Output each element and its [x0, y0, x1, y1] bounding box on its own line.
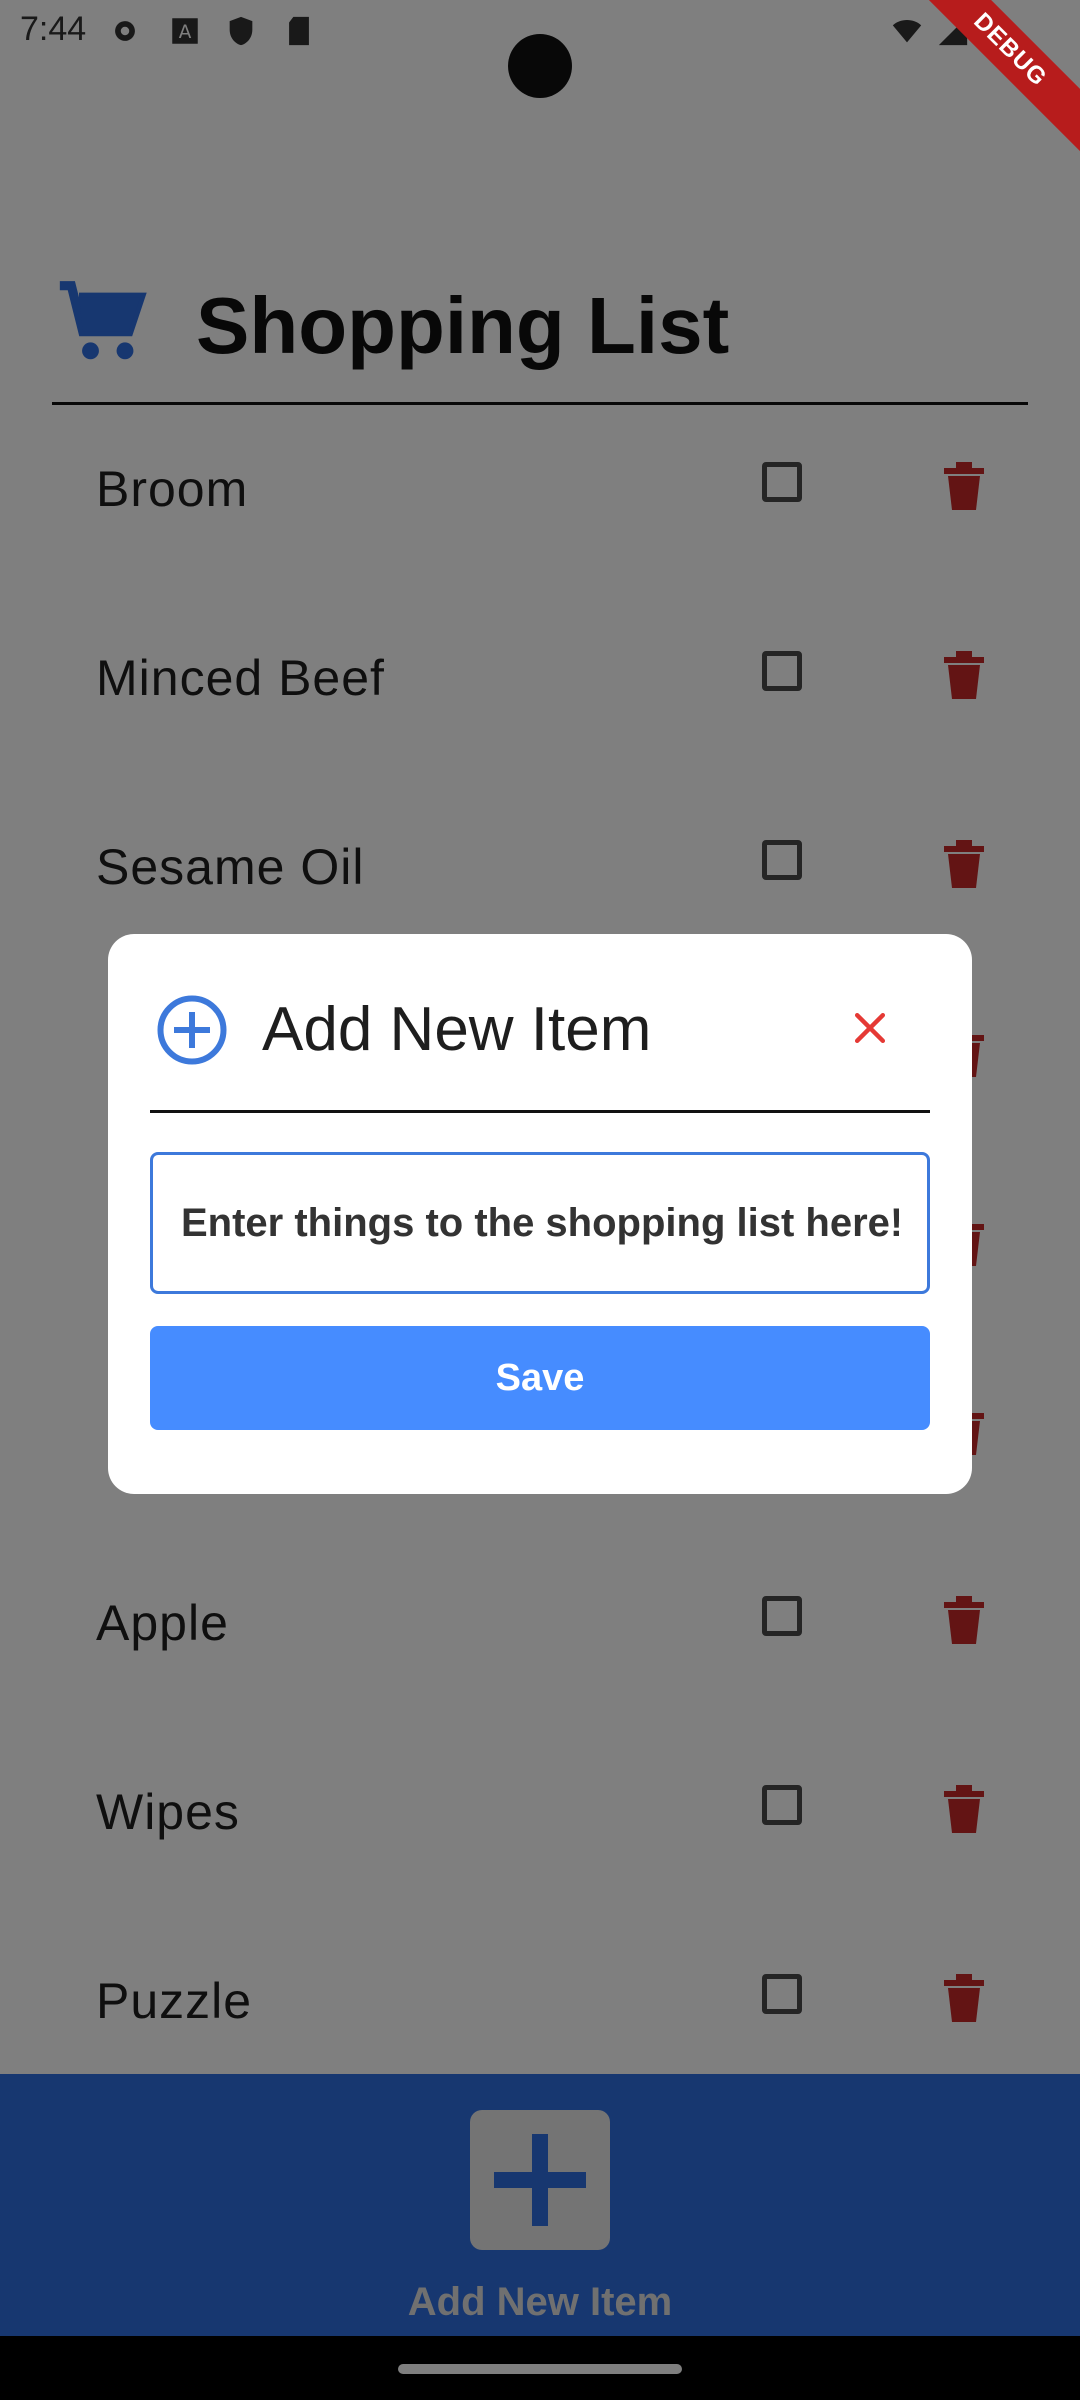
item-name-input[interactable] [150, 1152, 930, 1294]
add-circle-icon [157, 995, 227, 1065]
dialog-title: Add New Item [262, 995, 652, 1064]
dialog-divider [150, 1110, 930, 1113]
save-button[interactable]: Save [150, 1326, 930, 1430]
add-item-dialog: Add New Item Save [108, 934, 972, 1494]
close-icon[interactable] [848, 1006, 892, 1050]
